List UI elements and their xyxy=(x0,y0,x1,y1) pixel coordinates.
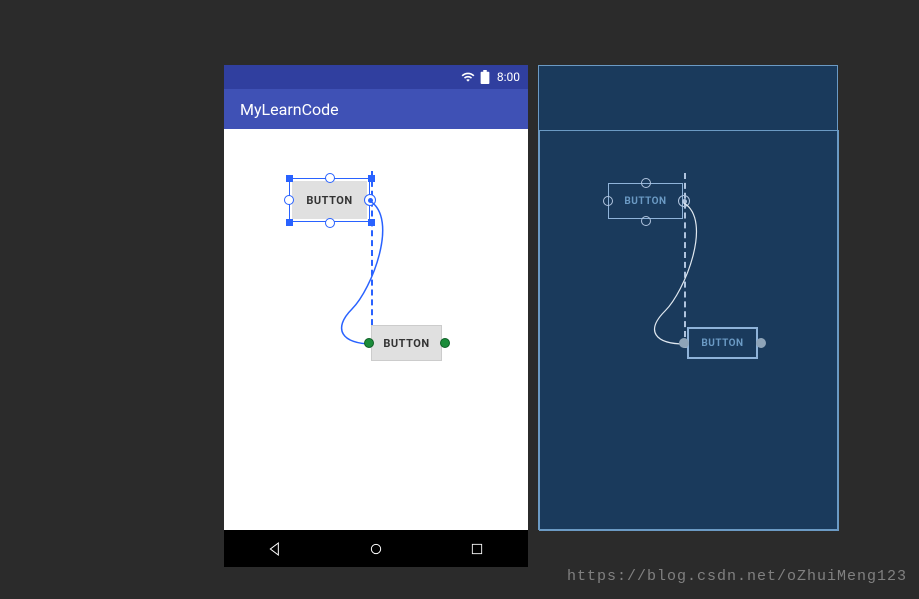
watermark-text: https://blog.csdn.net/oZhuiMeng123 xyxy=(567,568,907,585)
preview-content-area[interactable]: BUTTON BUTTON xyxy=(224,129,528,530)
constraint-anchor-right-b2[interactable] xyxy=(440,338,450,348)
android-status-bar: 8:00 xyxy=(224,65,528,89)
home-icon[interactable] xyxy=(366,539,386,559)
app-title: MyLearnCode xyxy=(240,100,339,119)
constraint-anchor-left-b2[interactable] xyxy=(364,338,374,348)
constraint-anchor-left-b2-bp[interactable] xyxy=(679,338,689,348)
layout-editor-canvas[interactable]: 8:00 MyLearnCode BUTTON xyxy=(224,65,838,567)
resize-handle-br[interactable] xyxy=(368,219,375,226)
button-widget-2-bp[interactable]: BUTTON xyxy=(687,327,758,359)
wifi-icon xyxy=(461,70,475,84)
resize-handle-tr[interactable] xyxy=(368,175,375,182)
constraint-anchor-bottom[interactable] xyxy=(325,218,335,228)
constraint-anchor-left[interactable] xyxy=(284,195,294,205)
blueprint-pane[interactable]: BUTTON BUTTON xyxy=(538,65,838,530)
constraint-anchor-right-b2-bp[interactable] xyxy=(756,338,766,348)
selection-outline xyxy=(289,178,370,222)
resize-handle-tl[interactable] xyxy=(286,175,293,182)
design-preview-pane[interactable]: 8:00 MyLearnCode BUTTON xyxy=(224,65,528,567)
battery-icon xyxy=(478,70,492,84)
button-label: BUTTON xyxy=(701,338,743,349)
back-icon[interactable] xyxy=(265,539,285,559)
recent-icon[interactable] xyxy=(467,539,487,559)
constraint-anchor-left-bp[interactable] xyxy=(603,196,613,206)
constraint-anchor-top-bp[interactable] xyxy=(641,178,651,188)
constraint-anchor-right[interactable] xyxy=(364,194,376,206)
constraint-anchor-top[interactable] xyxy=(325,173,335,183)
button-widget-2[interactable]: BUTTON xyxy=(371,325,442,361)
button-label: BUTTON xyxy=(383,337,429,350)
app-bar: MyLearnCode xyxy=(224,89,528,129)
blueprint-content-area[interactable]: BUTTON BUTTON xyxy=(539,130,839,531)
status-time: 8:00 xyxy=(497,70,520,84)
button-label: BUTTON xyxy=(624,196,666,207)
resize-handle-bl[interactable] xyxy=(286,219,293,226)
constraint-anchor-right-bp[interactable] xyxy=(678,195,690,207)
constraint-anchor-bottom-bp[interactable] xyxy=(641,216,651,226)
button-widget-1-bp[interactable]: BUTTON xyxy=(608,183,683,219)
android-nav-bar xyxy=(224,530,528,567)
